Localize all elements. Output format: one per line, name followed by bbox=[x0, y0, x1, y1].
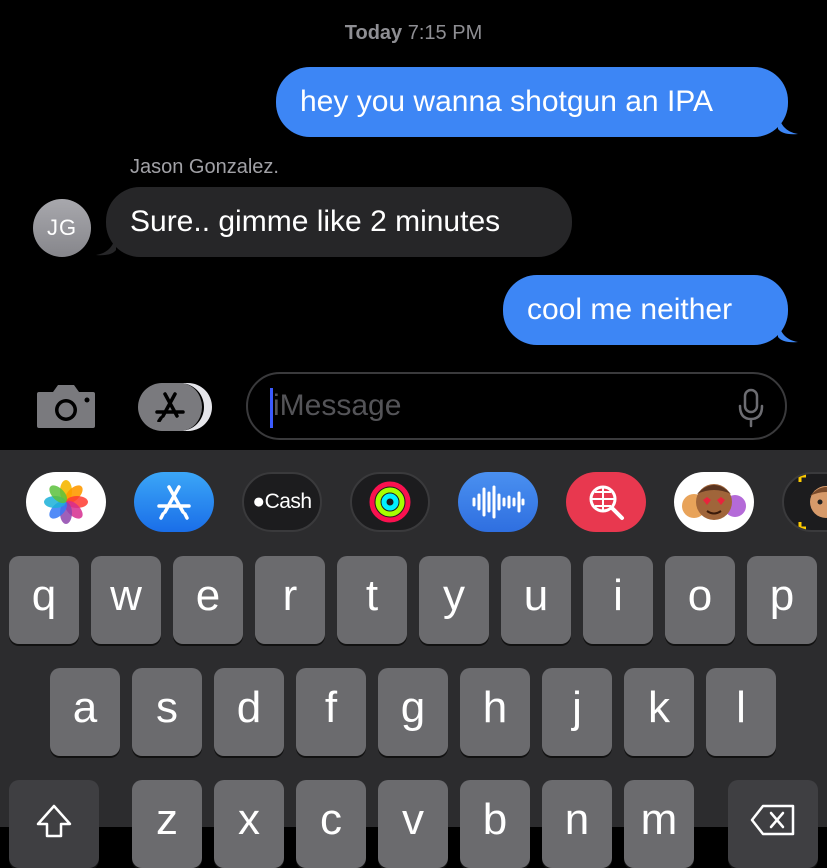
key-s[interactable]: s bbox=[132, 668, 202, 756]
key-a[interactable]: a bbox=[50, 668, 120, 756]
camera-icon[interactable] bbox=[35, 380, 97, 430]
key-f[interactable]: f bbox=[296, 668, 366, 756]
key-d[interactable]: d bbox=[214, 668, 284, 756]
key-m[interactable]: m bbox=[624, 780, 694, 868]
key-e[interactable]: e bbox=[173, 556, 243, 644]
app-store-icon bbox=[155, 392, 185, 422]
apple-cash-label: Cash bbox=[264, 490, 313, 513]
app-store-app-button[interactable] bbox=[134, 472, 214, 532]
key-j[interactable]: j bbox=[542, 668, 612, 756]
key-l[interactable]: l bbox=[706, 668, 776, 756]
photos-icon bbox=[44, 480, 88, 524]
memoji-stickers-app-button[interactable] bbox=[674, 472, 754, 532]
key-p[interactable]: p bbox=[747, 556, 817, 644]
message-text: hey you wanna shotgun an IPA bbox=[300, 85, 714, 118]
key-x[interactable]: x bbox=[214, 780, 284, 868]
shift-icon bbox=[36, 804, 72, 838]
key-w[interactable]: w bbox=[91, 556, 161, 644]
message-input-placeholder: iMessage bbox=[273, 389, 402, 422]
bubble-tail bbox=[778, 113, 798, 135]
bubble-tail bbox=[778, 321, 798, 343]
timestamp-day: Today bbox=[344, 22, 403, 44]
conversation-timestamp: Today 7:15 PM bbox=[0, 22, 827, 45]
activity-rings-icon bbox=[369, 481, 411, 523]
delete-key[interactable] bbox=[728, 780, 818, 868]
key-u[interactable]: u bbox=[501, 556, 571, 644]
key-h[interactable]: h bbox=[460, 668, 530, 756]
photos-app-button[interactable] bbox=[26, 472, 106, 532]
message-text: Sure.. gimme like 2 minutes bbox=[130, 205, 501, 238]
microphone-icon[interactable] bbox=[737, 388, 765, 428]
shift-key[interactable] bbox=[9, 780, 99, 868]
key-r[interactable]: r bbox=[255, 556, 325, 644]
bubble-tail bbox=[96, 234, 116, 256]
outgoing-message-bubble[interactable]: hey you wanna shotgun an IPA bbox=[276, 67, 788, 137]
key-t[interactable]: t bbox=[337, 556, 407, 644]
audio-message-app-button[interactable] bbox=[458, 472, 538, 532]
timestamp-time: 7:15 PM bbox=[407, 22, 483, 44]
key-y[interactable]: y bbox=[419, 556, 489, 644]
key-g[interactable]: g bbox=[378, 668, 448, 756]
key-o[interactable]: o bbox=[665, 556, 735, 644]
avatar-initials: JG bbox=[46, 215, 78, 240]
outgoing-message-bubble[interactable]: cool me neither bbox=[503, 275, 788, 345]
apps-button[interactable] bbox=[138, 383, 214, 431]
key-n[interactable]: n bbox=[542, 780, 612, 868]
incoming-message-bubble[interactable]: Sure.. gimme like 2 minutes bbox=[106, 187, 572, 257]
images-search-app-button[interactable] bbox=[566, 472, 646, 532]
apple-cash-app-button[interactable]: ●Cash bbox=[242, 472, 322, 532]
apple-cash-logo: ●Cash bbox=[252, 490, 313, 513]
key-q[interactable]: q bbox=[9, 556, 79, 644]
activity-app-button[interactable] bbox=[350, 472, 430, 532]
globe-search-icon bbox=[589, 485, 624, 520]
contact-avatar[interactable]: JG bbox=[33, 199, 91, 257]
backspace-icon bbox=[750, 804, 795, 836]
sender-name: Jason Gonzalez. bbox=[130, 156, 279, 178]
key-z[interactable]: z bbox=[132, 780, 202, 868]
memoji-icon bbox=[798, 474, 827, 530]
key-v[interactable]: v bbox=[378, 780, 448, 868]
key-i[interactable]: i bbox=[583, 556, 653, 644]
memoji-stickers-icon bbox=[682, 484, 746, 520]
key-c[interactable]: c bbox=[296, 780, 366, 868]
app-store-icon bbox=[157, 485, 191, 520]
message-text: cool me neither bbox=[527, 293, 733, 326]
key-b[interactable]: b bbox=[460, 780, 530, 868]
waveform-icon bbox=[472, 485, 525, 519]
key-k[interactable]: k bbox=[624, 668, 694, 756]
